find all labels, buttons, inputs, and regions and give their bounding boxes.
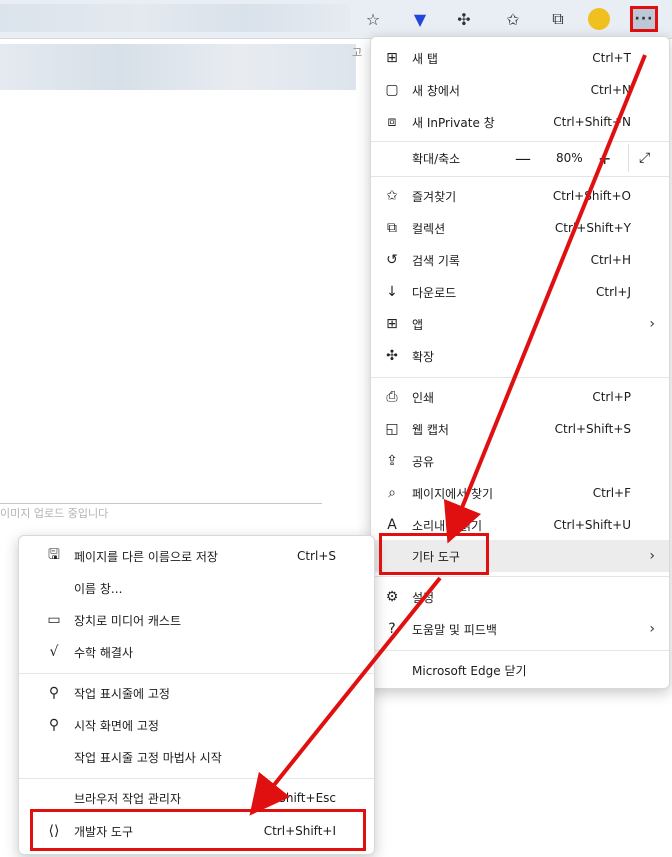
help-icon: ? xyxy=(388,621,396,637)
menu-item-apps[interactable]: ⊞ 앱 › xyxy=(371,308,669,340)
submenu-item-pin-taskbar[interactable]: ⚲ 작업 표시줄에 고정 xyxy=(19,677,374,709)
menu-item-share[interactable]: ⇪ 공유 xyxy=(371,445,669,477)
menu-item-downloads[interactable]: ↓ 다운로드 Ctrl+J xyxy=(371,276,669,308)
zoom-out-button[interactable]: — xyxy=(515,149,531,168)
download-icon: ↓ xyxy=(386,284,398,300)
menu-item-new-tab[interactable]: ⊞ 새 탭 Ctrl+T xyxy=(371,42,669,74)
new-tab-icon: ⊞ xyxy=(386,50,398,66)
submenu-item-name-window[interactable]: 이름 창... xyxy=(19,572,374,604)
print-icon: ⎙ xyxy=(386,389,398,405)
collections-icon[interactable]: ⧉ xyxy=(545,6,571,32)
web-capture-icon: ◱ xyxy=(385,421,399,437)
menu-item-settings[interactable]: ⚙ 설정 xyxy=(371,581,669,613)
zoom-level: 80% xyxy=(556,151,583,165)
annotation-box-dev-tools xyxy=(30,809,366,851)
menu-item-history[interactable]: ↺ 검색 기록 Ctrl+H xyxy=(371,244,669,276)
menu-item-extensions[interactable]: ✣ 확장 xyxy=(371,340,669,372)
inprivate-icon: ⧈ xyxy=(387,114,397,130)
download-arrow-icon[interactable]: ▼ xyxy=(407,6,433,32)
menu-item-close-edge[interactable]: Microsoft Edge 닫기 xyxy=(371,654,669,686)
collections-icon: ⧉ xyxy=(387,220,397,236)
menu-item-favorites[interactable]: ✩ 즐겨찾기 Ctrl+Shift+O xyxy=(371,180,669,212)
save-page-icon: 🖫 xyxy=(48,547,60,563)
zoom-in-button[interactable]: + xyxy=(598,149,611,168)
page-fragment: 고 xyxy=(352,46,363,59)
address-bar-blurred[interactable] xyxy=(0,4,350,32)
chevron-right-icon: › xyxy=(649,621,655,637)
submenu-item-cast[interactable]: ▭ 장치로 미디어 캐스트 xyxy=(19,604,374,636)
chevron-right-icon: › xyxy=(649,548,655,564)
favorites-icon[interactable]: ✩ xyxy=(500,6,526,32)
history-icon: ↺ xyxy=(386,252,398,268)
menu-item-help[interactable]: ? 도움말 및 피드백 › xyxy=(371,613,669,645)
menu-item-collections[interactable]: ⧉ 컬렉션 Ctrl+Shift+Y xyxy=(371,212,669,244)
menu-item-web-capture[interactable]: ◱ 웹 캡처 Ctrl+Shift+S xyxy=(371,413,669,445)
settings-icon: ⚙ xyxy=(385,589,399,605)
share-icon: ⇪ xyxy=(386,453,398,469)
browser-toolbar: ☆ ▼ ✣ ✩ ⧉ ··· xyxy=(0,0,672,39)
new-window-icon: ▢ xyxy=(385,82,399,98)
chevron-right-icon: › xyxy=(649,316,655,332)
cast-icon: ▭ xyxy=(47,612,61,628)
submenu-item-pin-start[interactable]: ⚲ 시작 화면에 고정 xyxy=(19,709,374,741)
more-tools-submenu: 🖫 페이지를 다른 이름으로 저장 Ctrl+S 이름 창... ▭ 장치로 미… xyxy=(18,535,375,855)
favorites-icon: ✩ xyxy=(386,188,398,204)
apps-icon: ⊞ xyxy=(386,316,398,332)
submenu-item-pin-wizard[interactable]: 작업 표시줄 고정 마법사 시작 xyxy=(19,741,374,773)
edge-settings-menu: ⊞ 새 탭 Ctrl+T ▢ 새 창에서 Ctrl+N ⧈ 새 InPrivat… xyxy=(370,36,670,689)
submenu-item-math-solver[interactable]: √ 수학 해결사 xyxy=(19,636,374,668)
extensions-icon[interactable]: ✣ xyxy=(451,6,477,32)
favorite-add-icon[interactable]: ☆ xyxy=(360,6,386,32)
pin-icon: ⚲ xyxy=(48,685,60,701)
menu-item-new-window[interactable]: ▢ 새 창에서 Ctrl+N xyxy=(371,74,669,106)
find-icon: ⌕ xyxy=(388,485,396,501)
annotation-box-more-tools xyxy=(379,533,489,575)
menu-item-find[interactable]: ⌕ 페이지에서 찾기 Ctrl+F xyxy=(371,477,669,509)
upload-status-text: 이미지 업로드 중입니다 xyxy=(0,507,109,520)
extensions-icon: ✣ xyxy=(386,348,398,364)
profile-icon[interactable] xyxy=(588,8,610,30)
math-solver-icon: √ xyxy=(49,644,59,660)
submenu-item-save-page[interactable]: 🖫 페이지를 다른 이름으로 저장 Ctrl+S xyxy=(19,540,374,572)
settings-and-more-button[interactable]: ··· xyxy=(630,6,658,32)
menu-item-inprivate[interactable]: ⧈ 새 InPrivate 창 Ctrl+Shift+N xyxy=(371,106,669,138)
page-divider xyxy=(0,503,322,504)
pin-icon: ⚲ xyxy=(48,717,60,733)
menu-item-print[interactable]: ⎙ 인쇄 Ctrl+P xyxy=(371,381,669,413)
fullscreen-icon[interactable]: ⤢ xyxy=(639,150,650,166)
menu-item-zoom: 확대/축소 — 80% + ⤢ xyxy=(371,142,669,174)
page-content-blurred xyxy=(0,44,356,90)
read-aloud-icon: A xyxy=(387,517,397,533)
